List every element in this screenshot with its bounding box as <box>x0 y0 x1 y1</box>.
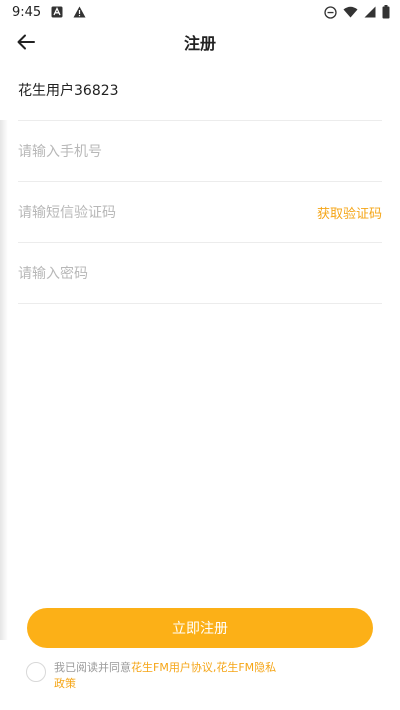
sms-code-input[interactable]: 请输短信验证码 获取验证码 <box>18 182 382 243</box>
user-agreement-link[interactable]: 花生FM用户协议 <box>131 661 213 674</box>
password-input[interactable]: 请输入密码 <box>18 243 382 304</box>
signal-icon <box>364 6 376 18</box>
do-not-disturb-icon <box>324 5 337 19</box>
phone-placeholder: 请输入手机号 <box>18 144 102 160</box>
back-button[interactable] <box>12 28 40 56</box>
status-right <box>324 5 390 19</box>
agreement-prefix: 我已阅读并同意 <box>54 661 131 674</box>
a-badge-icon <box>51 6 63 18</box>
warning-icon <box>73 6 86 18</box>
register-form: 花生用户36823 请输入手机号 请输短信验证码 获取验证码 请输入密码 <box>18 60 382 304</box>
phone-input[interactable]: 请输入手机号 <box>18 121 382 182</box>
status-bar: 9:45 <box>0 0 400 24</box>
agreement: 我已阅读并同意花生FM用户协议,花生FM隐私政策 <box>26 660 376 692</box>
register-button[interactable]: 立即注册 <box>27 608 373 648</box>
battery-icon <box>382 5 390 19</box>
agreement-text: 我已阅读并同意花生FM用户协议,花生FM隐私政策 <box>54 660 280 692</box>
get-code-button[interactable]: 获取验证码 <box>317 203 382 222</box>
status-time: 9:45 <box>12 4 42 20</box>
edge-shadow <box>0 120 8 640</box>
status-left: 9:45 <box>12 5 86 20</box>
password-placeholder: 请输入密码 <box>18 266 88 282</box>
sms-code-placeholder: 请输短信验证码 <box>18 205 116 221</box>
register-screen: 9:45 注册 花生用户36823 请输入手机号 请输短信验证码 获取验证码 请… <box>0 0 400 710</box>
header: 注册 <box>0 24 400 60</box>
nickname-row[interactable]: 花生用户36823 <box>18 60 382 121</box>
nickname-value: 花生用户36823 <box>18 83 119 99</box>
register-button-label: 立即注册 <box>172 621 228 637</box>
arrow-left-icon <box>17 34 35 50</box>
agreement-checkbox[interactable] <box>26 662 46 682</box>
page-title: 注册 <box>183 34 216 53</box>
wifi-icon <box>343 6 358 18</box>
